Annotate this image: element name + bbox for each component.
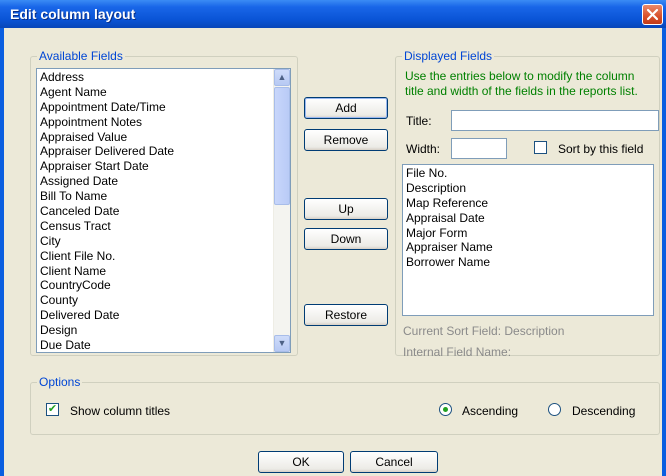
descending-radio[interactable] xyxy=(548,403,561,416)
list-item[interactable]: Assigned Date xyxy=(37,174,290,189)
list-item[interactable]: Census Tract xyxy=(37,219,290,234)
list-item[interactable]: CountryCode xyxy=(37,278,290,293)
list-item[interactable]: Delivered Date xyxy=(37,308,290,323)
list-item[interactable]: Design xyxy=(37,323,290,338)
ascending-label[interactable]: Ascending xyxy=(462,404,518,418)
options-legend: Options xyxy=(37,375,83,389)
remove-button[interactable]: Remove xyxy=(304,129,388,151)
title-label: Title: xyxy=(406,114,432,128)
up-button[interactable]: Up xyxy=(304,198,388,220)
list-item[interactable]: Canceled Date xyxy=(37,204,290,219)
list-item[interactable]: Appraised Value xyxy=(37,130,290,145)
list-item[interactable]: Appraiser Name xyxy=(403,240,653,255)
list-item[interactable]: Appraiser Delivered Date xyxy=(37,144,290,159)
list-item[interactable]: Appraiser Start Date xyxy=(37,159,290,174)
internal-field-name: Internal Field Name: xyxy=(403,345,512,359)
radio-selected-dot xyxy=(443,407,448,412)
down-button[interactable]: Down xyxy=(304,228,388,250)
list-item[interactable]: Description xyxy=(403,181,653,196)
ascending-radio[interactable] xyxy=(439,403,452,416)
close-icon xyxy=(646,8,659,21)
list-item[interactable]: Client File No. xyxy=(37,249,290,264)
list-item[interactable]: City xyxy=(37,234,290,249)
list-item[interactable]: Due Date xyxy=(37,338,290,352)
add-button[interactable]: Add xyxy=(304,97,388,119)
width-label: Width: xyxy=(406,142,441,156)
list-item[interactable]: File No. xyxy=(403,166,653,181)
show-column-titles-label[interactable]: Show column titles xyxy=(70,404,170,418)
checkmark-icon: ✔ xyxy=(47,403,58,415)
list-item[interactable]: Bill To Name xyxy=(37,189,290,204)
scrollbar-thumb[interactable] xyxy=(274,87,290,205)
restore-button[interactable]: Restore xyxy=(304,304,388,326)
list-item[interactable]: Borrower Name xyxy=(403,255,653,270)
available-fields-scrollbar[interactable]: ▲ ▼ xyxy=(273,69,290,352)
list-item[interactable]: Agent Name xyxy=(37,85,290,100)
list-item[interactable]: Appraisal Date xyxy=(403,211,653,226)
displayed-fields-legend: Displayed Fields xyxy=(402,49,495,63)
displayed-fields-hint-line2: title and width of the fields in the rep… xyxy=(405,84,638,98)
ok-button[interactable]: OK xyxy=(258,451,344,473)
list-item[interactable]: Appointment Notes xyxy=(37,115,290,130)
displayed-fields-list[interactable]: File No. Description Map Reference Appraisa… xyxy=(402,164,654,316)
list-item[interactable]: County xyxy=(37,293,290,308)
dialog-client-area: Available Fields Address Agent Name Appoin… xyxy=(4,28,662,476)
current-sort-field: Current Sort Field: Description xyxy=(403,324,565,338)
list-item[interactable]: Major Form xyxy=(403,226,653,241)
descending-label[interactable]: Descending xyxy=(572,404,635,418)
sort-by-field-label[interactable]: Sort by this field xyxy=(558,142,643,156)
list-item[interactable]: Address xyxy=(37,70,290,85)
show-column-titles-checkbox[interactable]: ✔ xyxy=(46,403,59,416)
displayed-fields-hint-line1: Use the entries below to modify the colu… xyxy=(405,69,635,83)
list-item[interactable]: Client Name xyxy=(37,264,290,279)
sort-by-field-checkbox[interactable] xyxy=(534,141,547,154)
available-fields-legend: Available Fields xyxy=(37,49,125,63)
title-bar[interactable]: Edit column layout xyxy=(0,0,666,28)
list-item[interactable]: Appointment Date/Time xyxy=(37,100,290,115)
dialog-title: Edit column layout xyxy=(10,6,136,22)
scroll-down-arrow-icon[interactable]: ▼ xyxy=(274,335,290,352)
width-input[interactable] xyxy=(451,138,507,159)
scroll-up-arrow-icon[interactable]: ▲ xyxy=(274,69,290,86)
list-item[interactable]: Map Reference xyxy=(403,196,653,211)
available-fields-list[interactable]: Address Agent Name Appointment Date/Time Ap… xyxy=(36,68,291,353)
close-button[interactable] xyxy=(642,4,663,25)
title-input[interactable] xyxy=(451,110,659,131)
cancel-button[interactable]: Cancel xyxy=(350,451,438,473)
dialog-window: Edit column layout Available Fields Addr… xyxy=(0,0,666,476)
